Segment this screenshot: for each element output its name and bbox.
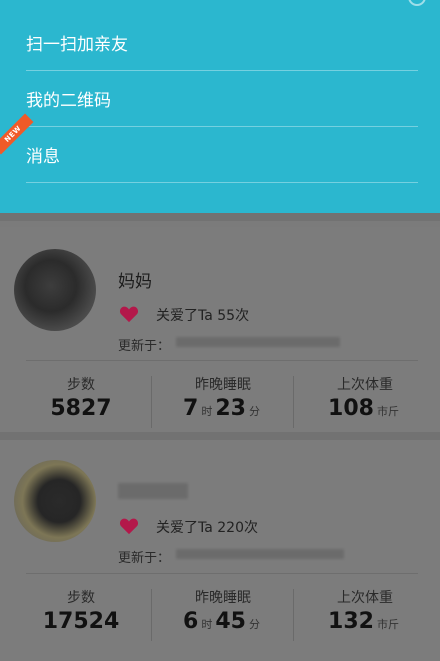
family-card[interactable]: 妈妈 关爱了Ta 55次 更新于： 步数 5827 昨晚睡眠 7 时 23 分 上次体… <box>0 227 440 432</box>
updated-label: 更新于： <box>118 551 171 566</box>
menu-item-my-qr-code[interactable]: 我的二维码 <box>26 70 418 127</box>
family-card[interactable]: 关爱了Ta 220次 更新于： 步数 17524 昨晚睡眠 6 时 45 分 上次体重… <box>0 440 440 661</box>
steps-value: 5827 <box>50 396 112 421</box>
steps-label: 步数 <box>67 590 95 606</box>
sleep-label: 昨晚睡眠 <box>195 377 251 393</box>
menu-item-messages[interactable]: 消息 <box>26 126 418 183</box>
divider <box>0 432 440 440</box>
weight-label: 上次体重 <box>337 590 393 606</box>
updated-label: 更新于： <box>118 339 171 354</box>
weight-value: 108 市斤 <box>292 396 438 421</box>
blurred-name <box>118 483 188 499</box>
family-list: 妈妈 关爱了Ta 55次 更新于： 步数 5827 昨晚睡眠 7 时 23 分 上次体… <box>0 213 440 661</box>
blurred-timestamp <box>176 337 340 347</box>
menu-item-label: 消息 <box>26 146 60 167</box>
sleep-label: 昨晚睡眠 <box>195 590 251 606</box>
weight-number: 132 <box>328 609 374 634</box>
menu-item-scan-add-family[interactable]: 扫一扫加亲友 <box>26 14 418 71</box>
blurred-timestamp <box>176 549 344 559</box>
stats-row: 步数 17524 昨晚睡眠 6 时 45 分 上次体重 132 市斤 <box>0 573 440 653</box>
sleep-minutes: 45 <box>215 609 246 634</box>
dropdown-menu: 扫一扫加亲友 我的二维码 消息 NEW <box>0 0 440 213</box>
sleep-value: 6 时 45 分 <box>150 609 296 634</box>
steps-stat: 步数 17524 <box>8 573 154 653</box>
weight-stat: 上次体重 108 市斤 <box>292 360 438 440</box>
minute-unit: 分 <box>248 405 260 418</box>
love-count: 关爱了Ta 220次 <box>156 520 258 536</box>
love-count: 关爱了Ta 55次 <box>156 308 250 324</box>
sleep-value: 7 时 23 分 <box>150 396 296 421</box>
avatar[interactable] <box>14 249 96 331</box>
weight-unit: 市斤 <box>376 618 399 631</box>
steps-value: 17524 <box>42 609 120 634</box>
steps-stat: 步数 5827 <box>8 360 154 440</box>
menu-item-label: 我的二维码 <box>26 90 111 111</box>
stats-row: 步数 5827 昨晚睡眠 7 时 23 分 上次体重 108 市斤 <box>0 360 440 440</box>
weight-stat: 上次体重 132 市斤 <box>292 573 438 653</box>
menu-item-label: 扫一扫加亲友 <box>26 34 128 55</box>
weight-unit: 市斤 <box>376 405 399 418</box>
hour-unit: 时 <box>201 405 213 418</box>
menu-anchor-icon <box>408 0 426 6</box>
heart-icon[interactable] <box>119 517 139 535</box>
sleep-minutes: 23 <box>215 396 246 421</box>
heart-icon[interactable] <box>119 305 139 323</box>
weight-number: 108 <box>328 396 374 421</box>
sleep-stat: 昨晚睡眠 6 时 45 分 <box>150 573 296 653</box>
avatar[interactable] <box>14 460 96 542</box>
hour-unit: 时 <box>201 618 213 631</box>
steps-label: 步数 <box>67 377 95 393</box>
weight-label: 上次体重 <box>337 377 393 393</box>
sleep-hours: 7 <box>183 396 199 421</box>
divider <box>0 213 440 221</box>
sleep-stat: 昨晚睡眠 7 时 23 分 <box>150 360 296 440</box>
member-name: 妈妈 <box>118 272 152 292</box>
minute-unit: 分 <box>248 618 260 631</box>
weight-value: 132 市斤 <box>292 609 438 634</box>
sleep-hours: 6 <box>183 609 199 634</box>
